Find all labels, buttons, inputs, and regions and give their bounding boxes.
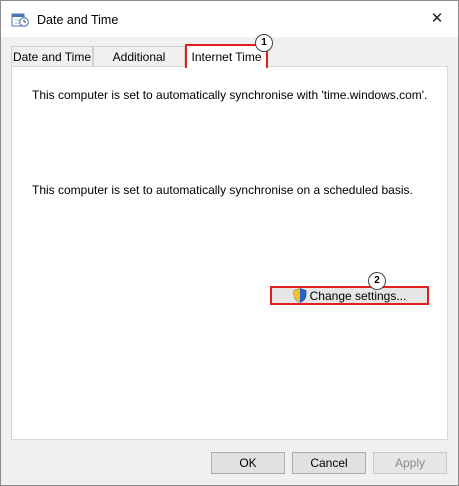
ok-button[interactable]: OK	[211, 452, 285, 474]
annotation-badge-1: 1	[255, 34, 273, 52]
tab-additional-clocks[interactable]: Additional Clocks	[93, 46, 185, 84]
change-settings-label: Change settings...	[309, 288, 407, 303]
cancel-button[interactable]: Cancel	[292, 452, 366, 474]
uac-shield-icon	[293, 288, 306, 303]
close-icon[interactable]: ✕	[427, 9, 447, 29]
window-title: Date and Time	[37, 13, 119, 27]
sync-schedule-text: This computer is set to automatically sy…	[32, 183, 413, 197]
title-bar: Date and Time ✕	[1, 1, 458, 37]
tab-strip: Date and Time Additional Clocks Internet…	[11, 44, 451, 84]
sync-server-text: This computer is set to automatically sy…	[32, 88, 428, 102]
annotation-badge-2: 2	[368, 272, 386, 290]
change-settings-button[interactable]: Change settings...	[270, 286, 429, 305]
tab-date-and-time[interactable]: Date and Time	[11, 46, 93, 66]
calendar-clock-icon	[11, 13, 29, 27]
date-and-time-window: Date and Time ✕ Date and Time Additional…	[0, 0, 459, 486]
apply-button[interactable]: Apply	[373, 452, 447, 474]
internet-time-panel: This computer is set to automatically sy…	[11, 66, 448, 440]
